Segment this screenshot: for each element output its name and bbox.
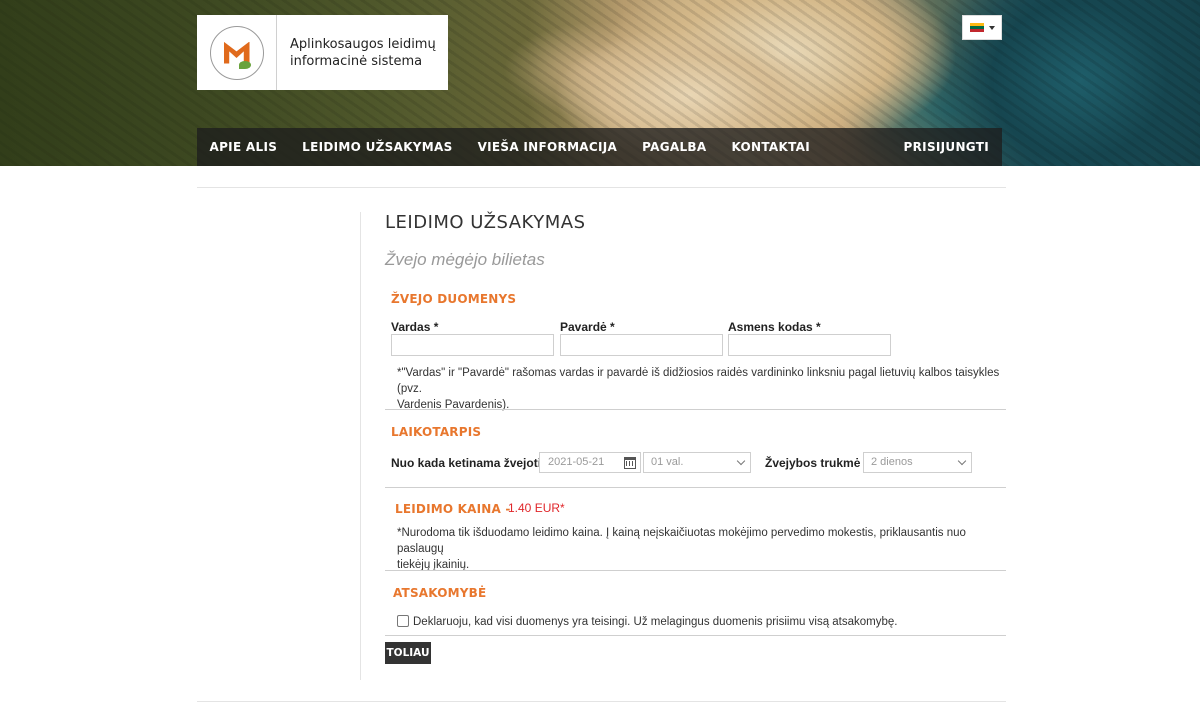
nav-item-public-info[interactable]: VIEŠA INFORMACIJA bbox=[465, 140, 630, 154]
first-name-label: Vardas * bbox=[391, 320, 439, 334]
start-date-value: 2021-05-21 bbox=[548, 456, 605, 468]
page-subtitle: Žvejo mėgėjo bilietas bbox=[385, 250, 545, 269]
logo-text: Aplinkosaugos leidimų informacinė sistem… bbox=[277, 36, 436, 70]
first-name-input[interactable] bbox=[391, 334, 554, 356]
price-value: 1.40 EUR* bbox=[508, 501, 565, 515]
order-form: LEIDIMO UŽSAKYMAS Žvejo mėgėjo bilietas … bbox=[385, 212, 1006, 664]
top-divider bbox=[197, 187, 1006, 188]
logo-line-2: informacinė sistema bbox=[290, 53, 423, 69]
start-time-value: 01 val. bbox=[651, 456, 684, 468]
personal-code-input[interactable] bbox=[728, 334, 891, 356]
language-selector[interactable] bbox=[962, 15, 1002, 40]
nav-item-help[interactable]: PAGALBA bbox=[630, 140, 719, 154]
login-link[interactable]: PRISIJUNGTI bbox=[891, 140, 1002, 154]
chevron-down-icon bbox=[957, 456, 967, 466]
next-button[interactable]: TOLIAU bbox=[385, 642, 431, 664]
bottom-divider bbox=[197, 701, 1006, 702]
section-price-heading: LEIDIMO KAINA - bbox=[395, 502, 511, 516]
nav-item-permit-order[interactable]: LEIDIMO UŽSAKYMAS bbox=[290, 140, 465, 154]
nav-item-about[interactable]: APIE ALIS bbox=[197, 140, 290, 154]
content-left-border bbox=[360, 212, 361, 680]
section-divider bbox=[385, 635, 1006, 636]
personal-code-label: Asmens kodas * bbox=[728, 320, 821, 334]
name-note-line-1: *"Vardas" ir "Pavardė" rašomas vardas ir… bbox=[397, 367, 1000, 395]
section-divider bbox=[385, 570, 1006, 571]
site-logo[interactable]: Aplinkosaugos leidimų informacinė sistem… bbox=[197, 15, 448, 90]
chevron-down-icon bbox=[988, 25, 995, 30]
last-name-input[interactable] bbox=[560, 334, 723, 356]
declaration-checkbox[interactable] bbox=[397, 615, 409, 627]
start-date-label: Nuo kada ketinama žvejoti bbox=[391, 456, 542, 470]
logo-line-1: Aplinkosaugos leidimų bbox=[290, 36, 436, 52]
section-divider bbox=[385, 409, 1006, 410]
price-note: *Nurodoma tik išduodamo leidimo kaina. Į… bbox=[397, 525, 1006, 573]
start-time-select[interactable]: 01 val. bbox=[643, 452, 751, 473]
last-name-label: Pavardė * bbox=[560, 320, 615, 334]
section-angler-heading: ŽVEJO DUOMENYS bbox=[391, 292, 517, 306]
start-date-input[interactable]: 2021-05-21 bbox=[539, 452, 641, 473]
chevron-down-icon bbox=[736, 456, 746, 466]
ministry-emblem-icon bbox=[197, 15, 277, 90]
lithuania-flag-icon bbox=[969, 23, 984, 32]
section-divider bbox=[385, 487, 1006, 488]
nav-item-contacts[interactable]: KONTAKTAI bbox=[719, 140, 823, 154]
declaration-text: Deklaruoju, kad visi duomenys yra teisin… bbox=[413, 616, 898, 628]
calendar-icon[interactable] bbox=[624, 457, 636, 469]
page-title: LEIDIMO UŽSAKYMAS bbox=[385, 212, 586, 233]
name-note-line-2: Vardenis Pavardenis). bbox=[397, 399, 510, 411]
duration-select[interactable]: 2 dienos bbox=[863, 452, 972, 473]
name-format-note: *"Vardas" ir "Pavardė" rašomas vardas ir… bbox=[397, 365, 1006, 413]
duration-label: Žvejybos trukmė bbox=[765, 456, 861, 470]
section-period-heading: LAIKOTARPIS bbox=[391, 425, 482, 439]
main-nav: APIE ALIS LEIDIMO UŽSAKYMAS VIEŠA INFORM… bbox=[197, 128, 1002, 166]
section-responsibility-heading: ATSAKOMYBĖ bbox=[393, 586, 487, 600]
duration-value: 2 dienos bbox=[871, 456, 913, 468]
price-note-line-1: *Nurodoma tik išduodamo leidimo kaina. Į… bbox=[397, 527, 966, 555]
